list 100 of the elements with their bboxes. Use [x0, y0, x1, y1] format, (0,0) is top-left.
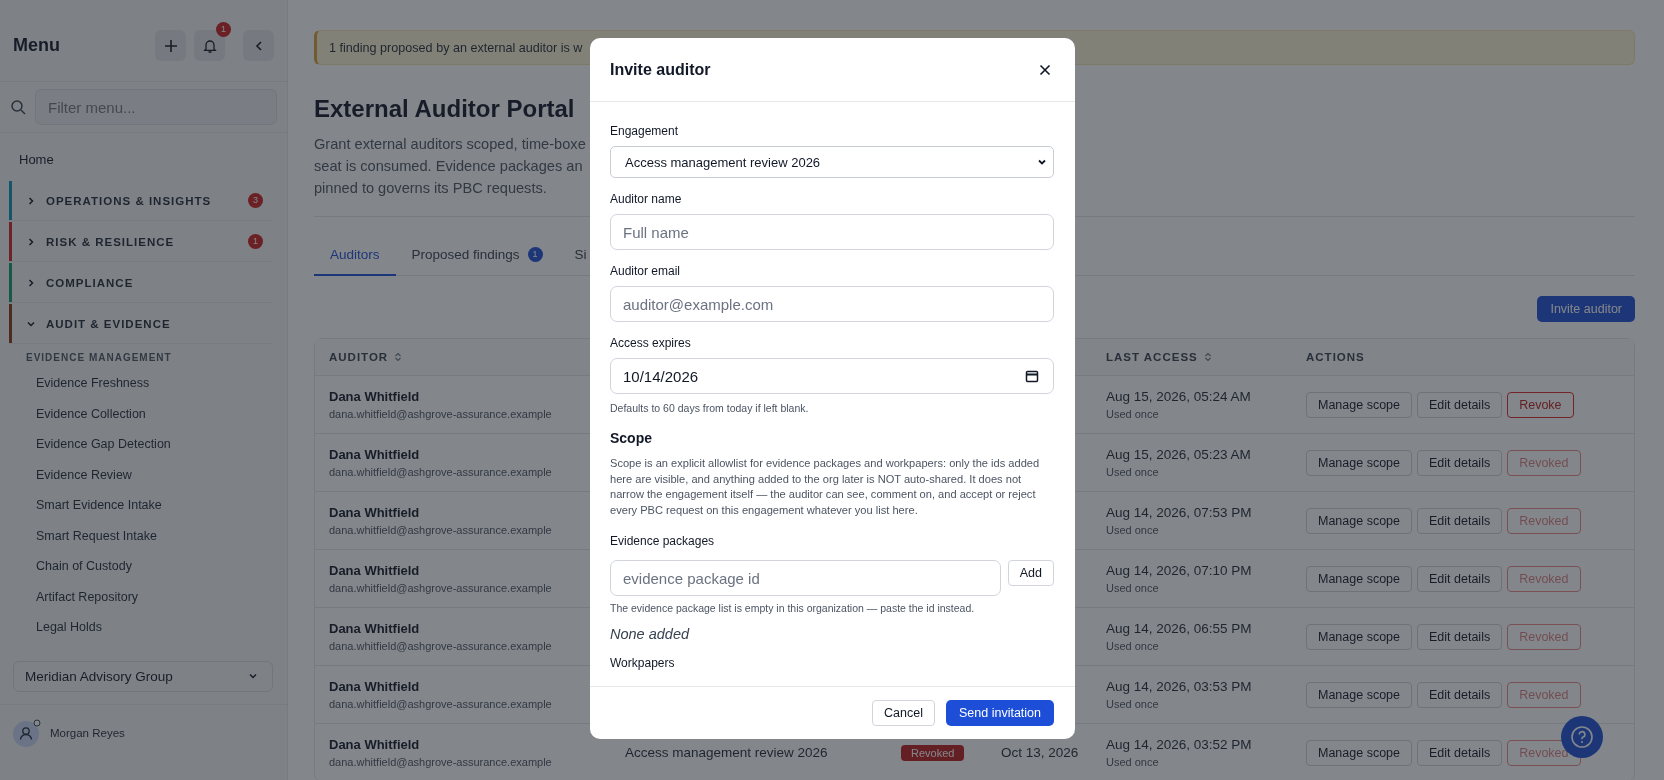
auditor-name: Dana Whitfield	[329, 389, 420, 404]
page-description: pinned to governs its PBC requests.	[314, 179, 547, 198]
nav-item[interactable]: Evidence Review	[9, 459, 132, 490]
nav-item[interactable]: Chain of Custody	[9, 551, 132, 582]
calendar-icon[interactable]	[1025, 369, 1039, 383]
auditor-email: dana.whitfield@ashgrove-assurance.example	[329, 466, 552, 478]
auditor-email: dana.whitfield@ashgrove-assurance.example	[329, 698, 552, 710]
nav-section[interactable]: OPERATIONS & INSIGHTS 3	[9, 181, 271, 221]
tab[interactable]: Auditors	[314, 241, 396, 276]
chevron-icon	[248, 671, 258, 681]
field-label: Access expires	[610, 336, 691, 350]
nav-item[interactable]: Artifact Repository	[9, 581, 139, 612]
edit-details-button[interactable]: Edit details	[1417, 623, 1503, 650]
page-description: Grant external auditors scoped, time-boxe	[314, 135, 586, 154]
edit-details-button[interactable]: Edit details	[1417, 565, 1503, 592]
send-invitation-button[interactable]: Send invitation	[946, 700, 1054, 726]
edit-details-button[interactable]: Edit details	[1417, 681, 1503, 708]
auditor-email: dana.whitfield@ashgrove-assurance.example	[329, 524, 552, 536]
nav-item[interactable]: Legal Holds	[9, 612, 102, 643]
plus-icon	[162, 37, 179, 54]
chevron-icon	[26, 277, 36, 288]
organization-select[interactable]: Meridian Advisory Group	[13, 660, 273, 692]
usage-text: Used once	[1106, 698, 1159, 710]
chevron-icon	[26, 195, 36, 206]
text-field[interactable]: Full name	[610, 214, 1054, 250]
status-badge: Revoked	[901, 744, 965, 761]
usage-text: Used once	[1106, 466, 1159, 478]
nav-section[interactable]: AUDIT & EVIDENCE	[9, 304, 271, 344]
add-button[interactable]	[155, 30, 186, 61]
last-access-cell: Aug 15, 2026, 05:24 AM	[1106, 389, 1251, 404]
avatar-icon	[12, 717, 42, 748]
nav-section[interactable]: RISK & RESILIENCE 1	[9, 222, 271, 262]
date-field[interactable]: 10/14/2026	[610, 358, 1054, 394]
nav-section[interactable]: COMPLIANCE	[9, 263, 271, 303]
nav-item[interactable]: Smart Evidence Intake	[9, 490, 162, 521]
nav-item[interactable]: Evidence Gap Detection	[9, 429, 171, 460]
field-label: Workpapers	[610, 656, 675, 671]
add-button[interactable]: Add	[1007, 560, 1054, 587]
field-hint: Defaults to 60 days from today if left blank.	[610, 402, 809, 414]
usage-text: Used once	[1106, 524, 1159, 536]
dialog-title: Invite auditor	[610, 60, 711, 79]
cancel-button[interactable]: Cancel	[872, 700, 935, 726]
last-access-cell: Aug 14, 2026, 06:55 PM	[1106, 621, 1252, 636]
auditor-email: dana.whitfield@ashgrove-assurance.example	[329, 582, 552, 594]
column-header[interactable]: LAST ACCESS	[1106, 351, 1198, 363]
edit-details-button[interactable]: Edit details	[1417, 449, 1503, 476]
edit-details-button[interactable]: Edit details	[1417, 507, 1503, 534]
invite-auditor-button[interactable]: Invite auditor	[1537, 296, 1635, 322]
manage-scope-button[interactable]: Manage scope	[1306, 391, 1412, 418]
field-label: Auditor email	[610, 264, 681, 278]
collapse-button[interactable]	[243, 30, 274, 61]
section-heading: Scope	[610, 430, 652, 446]
auditor-email: dana.whitfield@ashgrove-assurance.example	[329, 408, 552, 420]
auditor-name: Dana Whitfield	[329, 447, 420, 462]
manage-scope-button[interactable]: Manage scope	[1306, 565, 1412, 592]
engagement-cell: Access management review 2026	[625, 745, 828, 760]
column-header[interactable]: AUDITOR	[329, 351, 389, 363]
usage-text: Used once	[1106, 640, 1159, 652]
sort-icon[interactable]	[394, 352, 403, 362]
scope-description: Scope is an explicit allowlist for evidence packages and workpapers: only the ids added here are visible, and anything added to the org later is NOT auto-shared. It does not narrow the engagement itself — the auditor can see, comment on, and accept or reject every PBC request on this engagement whatever you list here.	[610, 456, 1041, 518]
manage-scope-button[interactable]: Manage scope	[1306, 739, 1412, 766]
search-icon	[10, 99, 26, 115]
count-badge: 1	[248, 234, 263, 249]
auditor-name: Dana Whitfield	[329, 563, 420, 578]
last-access-cell: Aug 14, 2026, 03:52 PM	[1106, 737, 1252, 752]
field-label: Auditor name	[610, 192, 682, 206]
last-access-cell: Aug 14, 2026, 03:53 PM	[1106, 679, 1252, 694]
manage-scope-button[interactable]: Manage scope	[1306, 681, 1412, 708]
edit-details-button[interactable]: Edit details	[1417, 739, 1503, 766]
last-access-cell: Aug 14, 2026, 07:53 PM	[1106, 505, 1252, 520]
home-link[interactable]: Home	[9, 133, 64, 181]
empty-state-text: None added	[610, 626, 689, 643]
close-icon	[1039, 63, 1051, 76]
notifications-button[interactable]	[194, 30, 225, 61]
sort-icon[interactable]	[1203, 352, 1212, 362]
revoke-button[interactable]: Revoke	[1507, 391, 1574, 418]
text-field[interactable]: auditor@example.com	[610, 286, 1054, 322]
edit-details-button[interactable]: Edit details	[1417, 391, 1503, 418]
last-access-cell: Aug 14, 2026, 07:10 PM	[1106, 563, 1252, 578]
nav-item[interactable]: Evidence Collection	[9, 398, 146, 429]
usage-text: Used once	[1106, 582, 1159, 594]
help-icon	[1570, 725, 1594, 749]
last-access-cell: Aug 15, 2026, 05:23 AM	[1106, 447, 1251, 462]
auditor-name: Dana Whitfield	[329, 505, 420, 520]
engagement-select[interactable]: Access management review 2026	[610, 146, 1054, 178]
nav-item[interactable]: Smart Request Intake	[9, 520, 157, 551]
manage-scope-button[interactable]: Manage scope	[1306, 623, 1412, 650]
nav-item[interactable]: Evidence Freshness	[9, 368, 150, 399]
manage-scope-button[interactable]: Manage scope	[1306, 449, 1412, 476]
filter-field[interactable]: Filter menu...	[35, 89, 277, 125]
tab[interactable]: Proposed findings 1	[395, 241, 559, 276]
menu-title: Menu	[13, 35, 60, 56]
alert-text: 1 finding proposed by an external auditor is w	[329, 40, 583, 55]
auditor-email: dana.whitfield@ashgrove-assurance.example	[329, 756, 552, 768]
notification-badge: 1	[216, 22, 231, 37]
column-header: ACTIONS	[1306, 351, 1365, 363]
group-label: EVIDENCE MANAGEMENT	[25, 351, 172, 365]
manage-scope-button[interactable]: Manage scope	[1306, 507, 1412, 534]
chevron-icon	[26, 236, 36, 247]
package-id-field[interactable]: evidence package id	[610, 560, 1001, 597]
